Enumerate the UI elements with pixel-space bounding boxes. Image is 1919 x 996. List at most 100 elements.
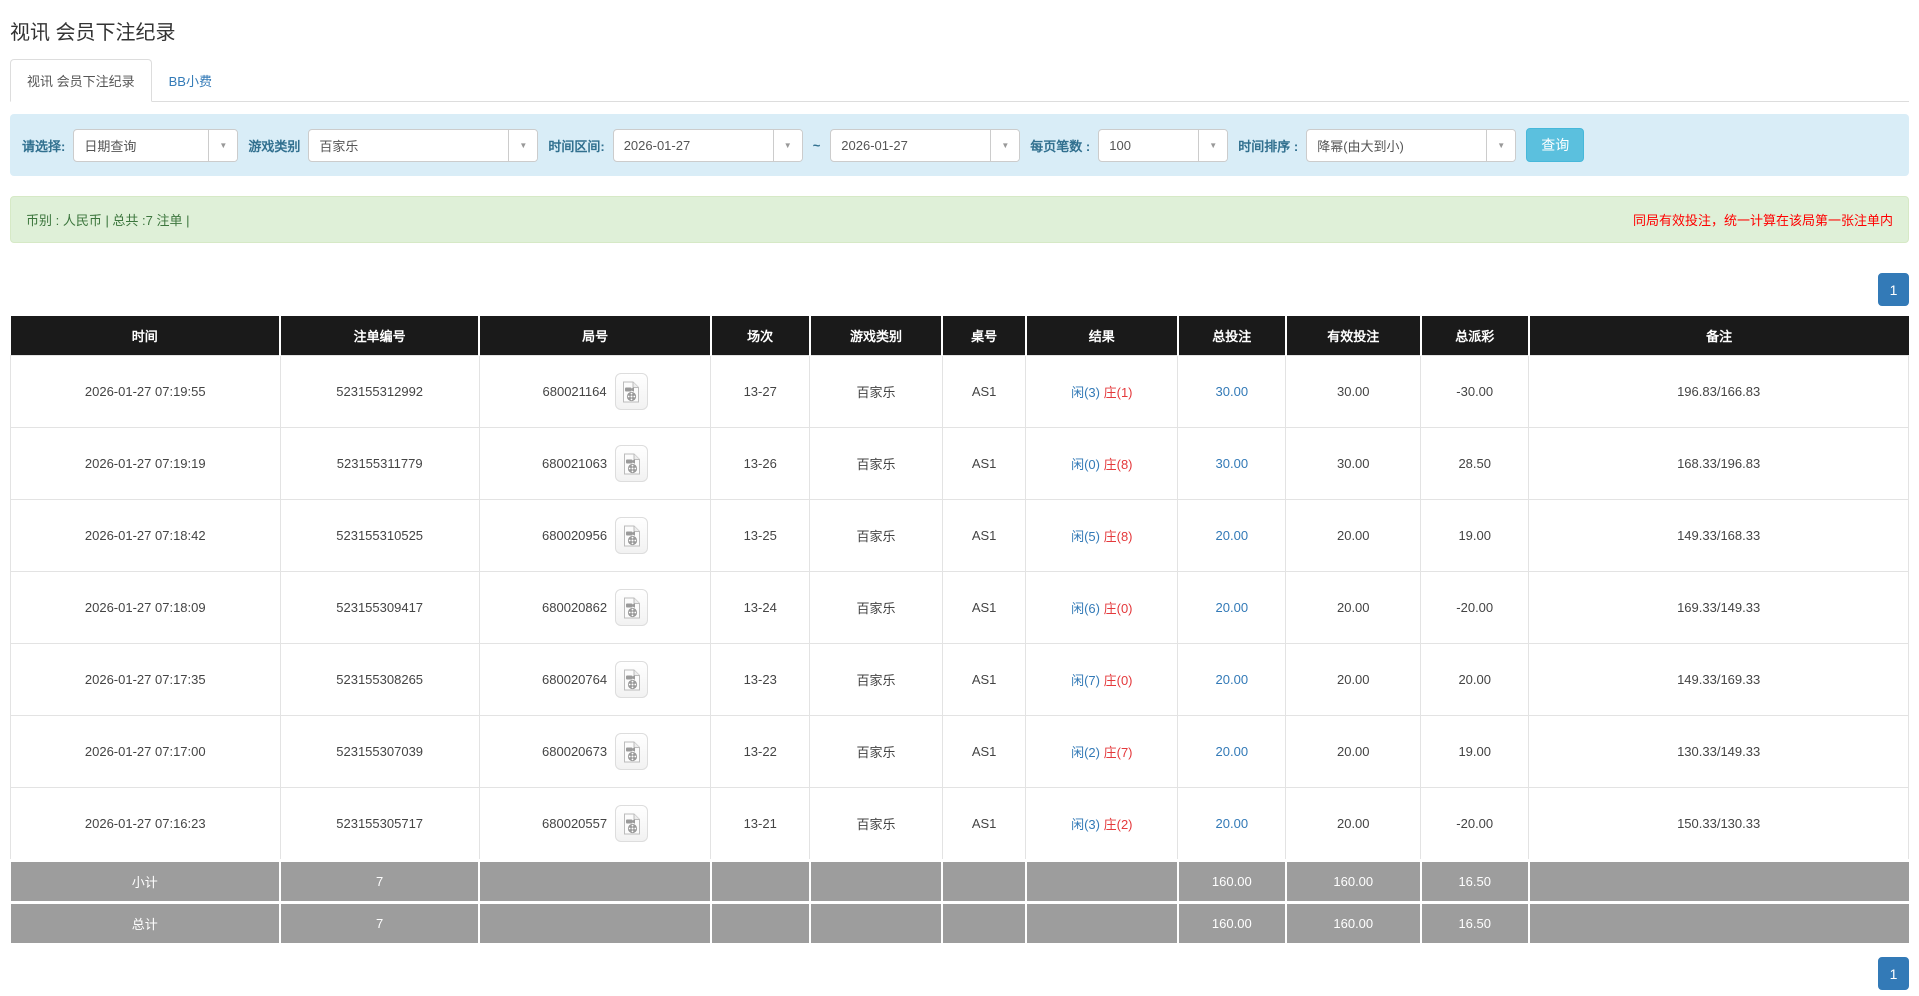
summary-empty-cell (479, 859, 712, 903)
col-payout: 总派彩 (1420, 316, 1530, 356)
video-replay-button[interactable] (615, 805, 649, 842)
time-sort-value: 降幂(由大到小) (1317, 138, 1404, 154)
col-time: 时间 (10, 316, 282, 356)
total-bet-link[interactable]: 30.00 (1216, 384, 1249, 399)
total-bet-link[interactable]: 20.00 (1216, 600, 1249, 615)
chevron-down-icon[interactable]: ▼ (1198, 129, 1228, 161)
summary-empty-cell (710, 901, 811, 943)
table-row: 2026-01-27 07:19:55 523155312992 6800211… (10, 355, 1909, 428)
grand-total-label: 总计 (10, 901, 282, 943)
total-bet-link[interactable]: 20.00 (1216, 528, 1249, 543)
page-1-button[interactable]: 1 (1878, 957, 1909, 990)
cell-payout: 28.50 (1420, 427, 1530, 500)
filter-group-date-to: 2026-01-27 ▼ (830, 128, 1021, 162)
round-number-text: 680020862 (542, 600, 608, 615)
cell-valid-bet: 30.00 (1285, 427, 1422, 500)
chevron-down-icon[interactable]: ▼ (772, 129, 802, 161)
video-replay-button[interactable] (615, 445, 649, 482)
cell-time: 2026-01-27 07:18:42 (10, 499, 281, 572)
cell-total-bet: 30.00 (1177, 427, 1287, 500)
round-number-text: 680020764 (542, 672, 608, 687)
records-body: 2026-01-27 07:19:55 523155312992 6800211… (10, 355, 1909, 861)
video-replay-button[interactable] (615, 517, 649, 554)
col-valid-bet: 有效投注 (1285, 316, 1422, 356)
table-header: 时间 注单编号 局号 场次 游戏类别 桌号 结果 总投注 有效投注 总派彩 备注 (10, 316, 1909, 356)
cell-time: 2026-01-27 07:19:55 (10, 355, 281, 428)
date-range-separator: ~ (812, 137, 821, 153)
game-type-select[interactable]: 百家乐 ▼ (308, 128, 539, 162)
cell-result: 闲(3) 庄(2) (1025, 787, 1179, 861)
time-sort-label: 时间排序 : (1238, 138, 1299, 154)
tab-bb-tip-label[interactable]: BB小费 (152, 59, 229, 102)
chevron-down-icon[interactable]: ▼ (208, 129, 238, 161)
cell-valid-bet: 20.00 (1285, 715, 1422, 788)
cell-game-type: 百家乐 (809, 715, 943, 788)
video-replay-button[interactable] (615, 733, 649, 770)
cell-total-bet: 20.00 (1177, 643, 1287, 716)
subtotal-row: 小计 7 160.00 160.00 16.50 (10, 859, 1909, 903)
cell-table-number: AS1 (941, 355, 1027, 428)
result-banker: 庄(2) (1103, 817, 1133, 832)
filter-group-query-type: 请选择: 日期查询 ▼ (22, 128, 239, 162)
page-size-select[interactable]: 100 ▼ (1098, 128, 1229, 162)
time-sort-select[interactable]: 降幂(由大到小) ▼ (1306, 128, 1517, 162)
total-bet-link[interactable]: 20.00 (1216, 816, 1249, 831)
cell-time: 2026-01-27 07:17:35 (10, 643, 281, 716)
summary-empty-cell (809, 859, 944, 903)
chevron-down-icon[interactable]: ▼ (1486, 129, 1516, 161)
cell-session: 13-22 (710, 715, 811, 788)
filter-group-time-sort: 时间排序 : 降幂(由大到小) ▼ (1238, 128, 1517, 162)
round-number-text: 680020956 (542, 528, 608, 543)
grand-total-valid-bet: 160.00 (1285, 901, 1422, 943)
cell-time: 2026-01-27 07:16:23 (10, 787, 281, 861)
chevron-down-icon[interactable]: ▼ (508, 129, 538, 161)
page-1-button[interactable]: 1 (1878, 273, 1909, 306)
date-from-picker[interactable]: 2026-01-27 ▼ (612, 128, 803, 162)
cell-game-type: 百家乐 (809, 787, 943, 861)
result-player: 闲(0) (1071, 457, 1100, 472)
cell-note: 150.33/130.33 (1528, 787, 1909, 861)
cell-time: 2026-01-27 07:17:00 (10, 715, 281, 788)
cell-bet-number: 523155305717 (279, 787, 480, 861)
date-to-picker[interactable]: 2026-01-27 ▼ (830, 128, 1021, 162)
summary-empty-cell (1025, 901, 1179, 943)
tab-betting-records[interactable]: 视讯 会员下注纪录 (10, 59, 152, 102)
cell-payout: 19.00 (1420, 499, 1530, 572)
query-type-label: 请选择: (22, 138, 66, 154)
cell-session: 13-26 (710, 427, 811, 500)
video-replay-button[interactable] (614, 373, 648, 410)
table-row: 2026-01-27 07:17:35 523155308265 6800207… (10, 643, 1909, 716)
cell-result: 闲(0) 庄(8) (1025, 427, 1179, 500)
col-total-bet: 总投注 (1177, 316, 1287, 356)
result-player: 闲(2) (1071, 745, 1100, 760)
subtotal-valid-bet: 160.00 (1285, 859, 1422, 903)
cell-total-bet: 20.00 (1177, 499, 1287, 572)
table-row: 2026-01-27 07:16:23 523155305717 6800205… (10, 787, 1909, 861)
query-button[interactable]: 查询 (1526, 128, 1585, 162)
cell-table-number: AS1 (941, 787, 1027, 861)
subtotal-count: 7 (280, 859, 481, 903)
tab-betting-records-label[interactable]: 视讯 会员下注纪录 (10, 59, 152, 102)
filter-group-date-range: 时间区间: 2026-01-27 ▼ (548, 128, 803, 162)
page-container: 视讯 会员下注纪录 视讯 会员下注纪录 BB小费 请选择: 日期查询 ▼ 游戏类… (0, 16, 1919, 990)
video-replay-button[interactable] (615, 589, 649, 626)
total-bet-link[interactable]: 20.00 (1216, 744, 1249, 759)
pagination-bottom: 1 (10, 957, 1909, 990)
result-banker: 庄(0) (1103, 601, 1133, 616)
result-banker: 庄(1) (1103, 385, 1133, 400)
summary-empty-cell (942, 901, 1027, 943)
cell-note: 196.83/166.83 (1528, 355, 1909, 428)
cell-payout: -20.00 (1420, 787, 1530, 861)
result-banker: 庄(0) (1103, 673, 1133, 688)
cell-bet-number: 523155307039 (279, 715, 480, 788)
chevron-down-icon[interactable]: ▼ (990, 129, 1020, 161)
total-bet-link[interactable]: 30.00 (1216, 456, 1249, 471)
total-bet-link[interactable]: 20.00 (1216, 672, 1249, 687)
cell-table-number: AS1 (941, 715, 1027, 788)
cell-note: 130.33/149.33 (1528, 715, 1909, 788)
betting-records-table: 时间 注单编号 局号 场次 游戏类别 桌号 结果 总投注 有效投注 总派彩 备注… (10, 316, 1909, 943)
cell-bet-number: 523155310525 (279, 499, 480, 572)
tab-bb-tip[interactable]: BB小费 (152, 59, 229, 102)
query-type-select[interactable]: 日期查询 ▼ (73, 128, 239, 162)
video-replay-button[interactable] (615, 661, 649, 698)
